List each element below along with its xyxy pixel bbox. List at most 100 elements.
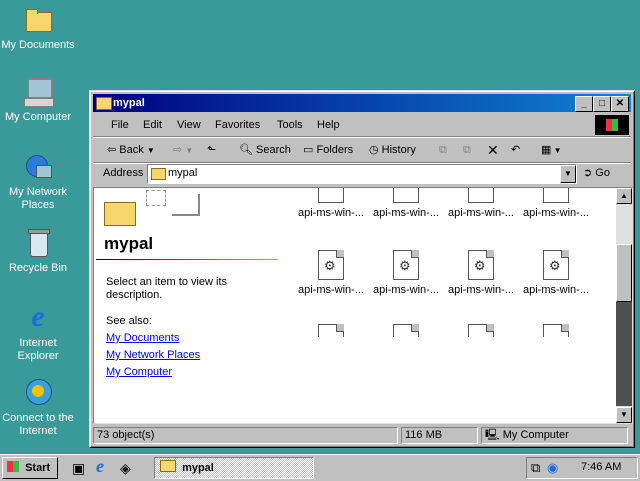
file-icon	[393, 188, 419, 203]
gear-icon: ⚙	[324, 258, 336, 273]
menu-edit[interactable]: Edit	[143, 119, 162, 131]
search-label: Search	[256, 144, 291, 156]
menu-file[interactable]: File	[111, 119, 129, 131]
views-button[interactable]: ▦ ▼	[541, 142, 562, 158]
menu-help[interactable]: Help	[317, 119, 340, 131]
gear-icon: ⚙	[474, 258, 486, 273]
file-icon	[468, 188, 494, 203]
file-item[interactable]	[444, 324, 518, 341]
start-label: Start	[25, 462, 51, 474]
file-item[interactable]: api-ms-win-...	[369, 188, 443, 219]
desktop-icon-my-computer[interactable]: My Computer	[0, 76, 76, 124]
status-bar: 73 object(s) 116 MB 🖳 My Computer	[93, 426, 631, 444]
explorer-window: mypal _ □ ✕ File Edit View Favorites Too…	[89, 90, 635, 448]
link-my-documents[interactable]: My Documents	[106, 332, 179, 344]
desktop-icon-my-documents[interactable]: My Documents	[0, 4, 76, 52]
search-button[interactable]: 🔍︎ Search	[239, 142, 291, 158]
desktop-icon-internet-explorer[interactable]: e Internet Explorer	[0, 302, 76, 363]
menu-favorites[interactable]: Favorites	[215, 119, 260, 131]
file-icon	[543, 188, 569, 203]
system-file-icon	[543, 324, 569, 337]
internet-explorer-icon[interactable]: e	[96, 456, 104, 477]
internet-explorer-icon: e	[31, 300, 45, 333]
file-label: api-ms-win-...	[522, 284, 589, 296]
address-field[interactable]: mypal ▼	[147, 164, 577, 184]
back-arrow-icon: ⇦	[107, 144, 117, 156]
system-file-icon: ⚙	[393, 250, 419, 280]
channels-icon[interactable]: ◈	[120, 460, 131, 477]
menu-tools[interactable]: Tools	[277, 119, 303, 131]
file-item[interactable]	[519, 324, 593, 341]
file-label: api-ms-win-...	[447, 284, 514, 296]
description-hint: Select an item to view its description.	[106, 276, 228, 301]
file-item[interactable]: ⚙ api-ms-win-...	[444, 250, 518, 296]
scroll-thumb[interactable]	[616, 244, 632, 302]
address-dropdown-button[interactable]: ▼	[560, 165, 576, 183]
taskbar-task-mypal[interactable]: mypal	[154, 457, 314, 479]
file-item[interactable]: api-ms-win-...	[294, 188, 368, 219]
start-button[interactable]: Start	[2, 457, 58, 479]
delete-icon: ✕	[487, 142, 499, 158]
maximize-button[interactable]: □	[593, 96, 611, 112]
folder-icon	[22, 4, 54, 36]
forward-button[interactable]: ⇨ ▼	[173, 142, 193, 158]
system-tray: ⧉ ◉ 7:46 AM	[526, 457, 638, 479]
title-bar[interactable]: mypal _ □ ✕	[93, 94, 631, 112]
folders-button[interactable]: ▭ Folders	[303, 142, 353, 158]
minimize-button[interactable]: _	[575, 96, 593, 112]
volume-tray-icon[interactable]: ◉	[547, 460, 558, 476]
system-file-icon	[318, 324, 344, 337]
scroll-up-button[interactable]: ▲	[616, 188, 632, 204]
clock[interactable]: 7:46 AM	[581, 461, 621, 473]
scroll-down-button[interactable]: ▼	[616, 407, 632, 423]
connect-internet-icon	[22, 377, 54, 409]
menu-view[interactable]: View	[177, 119, 201, 131]
status-zone: 🖳 My Computer	[481, 427, 628, 444]
vertical-scrollbar[interactable]: ▲ ▼	[616, 188, 632, 423]
go-button[interactable]: ➲ Go	[583, 166, 610, 179]
chevron-down-icon: ▼	[564, 169, 572, 178]
file-item[interactable]: ⚙ api-ms-win-...	[519, 250, 593, 296]
link-my-computer[interactable]: My Computer	[106, 366, 172, 378]
system-file-icon: ⚙	[543, 250, 569, 280]
network-tray-icon[interactable]: ⧉	[531, 460, 540, 476]
task-label: mypal	[182, 462, 214, 474]
show-desktop-icon[interactable]: ▣	[72, 460, 85, 477]
views-icon: ▦	[541, 144, 552, 156]
link-my-network-places[interactable]: My Network Places	[106, 349, 200, 361]
folder-icon	[96, 97, 112, 110]
undo-button[interactable]: ↶	[511, 142, 520, 158]
file-item[interactable]	[369, 324, 443, 341]
network-icon	[22, 151, 54, 183]
delete-button[interactable]: ✕	[487, 142, 499, 158]
file-item[interactable]: api-ms-win-...	[519, 188, 593, 219]
chevron-down-icon: ▼	[620, 410, 628, 419]
see-also-label: See also:	[106, 315, 152, 327]
system-file-icon: ⚙	[318, 250, 344, 280]
desktop-icon-recycle-bin[interactable]: Recycle Bin	[0, 227, 76, 275]
taskbar: Start ▣ e ◈ mypal ⧉ ◉ 7:46 AM	[0, 454, 640, 481]
file-label: api-ms-win-...	[447, 207, 514, 219]
file-item[interactable]: api-ms-win-...	[444, 188, 518, 219]
desktop-icon-label: Internet Explorer	[17, 337, 59, 362]
close-button[interactable]: ✕	[611, 96, 629, 112]
copy-to-button[interactable]: ⧉	[463, 142, 471, 158]
back-button[interactable]: ⇦ Back ▼	[107, 142, 155, 158]
move-to-button[interactable]: ⧉	[439, 142, 447, 158]
desktop-icon-label: My Network Places	[8, 186, 68, 211]
copy-to-icon: ⧉	[463, 144, 471, 156]
chevron-up-icon: ▲	[620, 191, 628, 200]
go-label: Go	[595, 167, 610, 179]
desktop-icon-connect-internet[interactable]: Connect to the Internet	[0, 377, 76, 438]
file-item[interactable]	[294, 324, 368, 341]
status-object-count: 73 object(s)	[93, 427, 398, 444]
history-button[interactable]: ◷ History	[369, 142, 416, 158]
desktop-icon-network-places[interactable]: My Network Places	[0, 151, 76, 212]
file-item[interactable]: ⚙ api-ms-win-...	[294, 250, 368, 296]
gear-icon: ⚙	[549, 258, 561, 273]
file-item[interactable]: ⚙ api-ms-win-...	[369, 250, 443, 296]
desktop-icon-label: My Documents	[1, 39, 75, 51]
up-folder-button[interactable]: ⬑	[207, 142, 216, 158]
desktop-icon-label: Recycle Bin	[8, 262, 68, 274]
file-label: api-ms-win-...	[372, 207, 439, 219]
